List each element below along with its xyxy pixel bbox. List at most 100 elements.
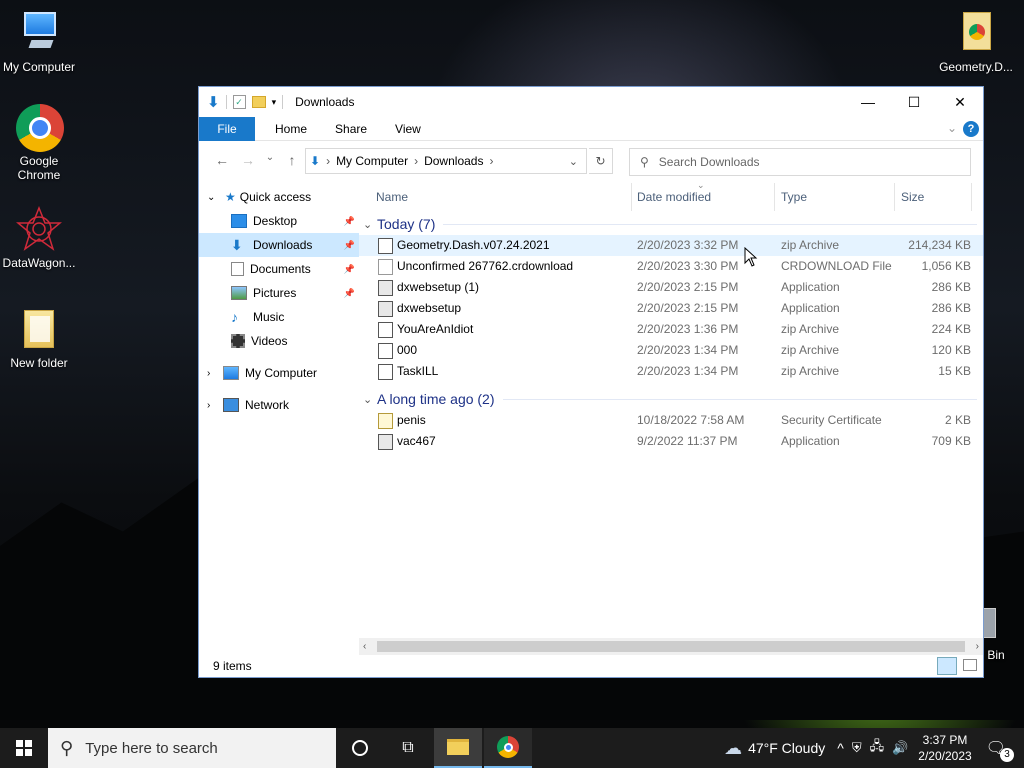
nav-network[interactable]: › Network [199,393,359,417]
customize-toolbar-icon[interactable]: ▾ [272,97,277,108]
scrollbar-thumb[interactable] [377,641,965,652]
network-icon[interactable]: 🖧 [870,737,885,759]
volume-icon[interactable]: 🔊 [892,740,908,756]
up-button[interactable]: ↑ [279,152,305,168]
maximize-button[interactable]: ☐ [891,87,937,117]
nav-item-desktop[interactable]: Desktop 📌 [199,209,359,233]
tab-view[interactable]: View [381,117,435,141]
close-button[interactable]: ✕ [937,87,983,117]
nav-item-music[interactable]: ♪ Music [199,305,359,329]
new-folder-icon[interactable] [251,96,266,108]
file-name: TaskILL [397,364,439,378]
taskbar-search-input[interactable]: Type here to search [85,740,218,757]
group-header[interactable]: ⌄ A long time ago (2) [359,388,983,410]
file-row[interactable]: penis 10/18/2022 7:58 AM Security Certif… [359,410,983,431]
quick-access-toolbar: ⬇ ✓ ▾ [207,93,284,111]
tab-share[interactable]: Share [321,117,381,141]
file-row[interactable]: YouAreAnIdiot 2/20/2023 1:36 PM zip Arch… [359,319,983,340]
expand-ribbon-icon[interactable]: ⌄ [947,121,957,135]
search-box[interactable]: ⚲ Search Downloads [629,148,971,176]
recycle-bin-icon [982,608,1002,644]
file-size: 286 KB [931,301,971,315]
nav-item-downloads[interactable]: ⬇ Downloads 📌 [199,233,359,257]
desktop-icon-my-computer[interactable]: My Computer [0,10,78,74]
nav-item-videos[interactable]: Videos [199,329,359,353]
file-size: 1,056 KB [921,259,971,273]
system-tray: ☁ 47°F Cloudy ^ ⛨ 🖧 🔊 3:37 PM 2/20/2023 … [724,728,1024,768]
zip-archive-icon [378,343,393,359]
breadcrumb-my-computer[interactable]: My Computer [336,154,408,168]
help-icon[interactable]: ? [963,121,979,137]
large-icons-view-icon[interactable] [963,659,977,671]
properties-icon[interactable]: ✓ [232,95,246,109]
column-header-type[interactable]: Type [781,190,807,204]
start-button[interactable] [0,728,48,768]
chrome-file-icon [953,10,999,56]
pin-icon[interactable]: 📌 [344,240,355,251]
column-header-size[interactable]: Size [901,190,924,204]
file-name: penis [397,413,426,427]
file-row[interactable]: Geometry.Dash.v07.24.2021 2/20/2023 3:32… [359,235,983,256]
desktop-icon-new-folder[interactable]: New folder [0,306,78,370]
minimize-button[interactable]: — [845,87,891,117]
address-bar[interactable]: ⬇ › My Computer › Downloads › ⌄ [305,148,587,174]
computer-icon [223,366,239,380]
pin-icon[interactable]: 📌 [344,288,355,299]
file-size: 15 KB [938,364,971,378]
scroll-left-icon[interactable]: ‹ [363,641,366,652]
forward-button[interactable]: → [235,152,261,168]
mouse-cursor-icon [744,247,758,267]
file-name: vac467 [397,434,436,448]
back-button[interactable]: ← [209,152,235,168]
expand-chevron-icon[interactable]: › [207,368,221,379]
tab-file[interactable]: File [199,116,255,141]
file-row[interactable]: Unconfirmed 267762.crdownload 2/20/2023 … [359,256,983,277]
nav-item-documents[interactable]: Documents 📌 [199,257,359,281]
weather-text[interactable]: 47°F Cloudy [748,740,825,756]
zip-archive-icon [378,322,393,338]
taskbar-chrome[interactable] [484,728,532,768]
title-bar[interactable]: ⬇ ✓ ▾ Downloads — ☐ ✕ [199,87,983,117]
action-center-icon[interactable]: 🗨 3 [986,738,1014,762]
refresh-button[interactable]: ↻ [589,148,613,174]
file-row[interactable]: dxwebsetup (1) 2/20/2023 2:15 PM Applica… [359,277,983,298]
details-view-icon[interactable] [937,657,957,675]
taskbar-search-box[interactable]: ⚲ Type here to search [48,728,336,768]
horizontal-scrollbar[interactable]: ‹ › [359,638,983,655]
pin-icon[interactable]: 📌 [344,216,355,227]
scroll-right-icon[interactable]: › [976,641,979,652]
file-row[interactable]: vac467 9/2/2022 11:37 PM Application 709… [359,431,983,452]
desktop-icon-geometry-dash[interactable]: Geometry.D... [936,10,1016,74]
show-hidden-icons-icon[interactable]: ^ [837,740,844,756]
application-icon [378,280,393,296]
cortana-button[interactable] [336,728,384,768]
group-header[interactable]: ⌄ Today (7) [359,213,983,235]
file-row[interactable]: 000 2/20/2023 1:34 PM zip Archive 120 KB [359,340,983,361]
search-input[interactable]: Search Downloads [659,155,760,169]
nav-my-computer[interactable]: › My Computer [199,361,359,385]
file-size: 286 KB [931,280,971,294]
expand-chevron-icon[interactable]: ⌄ [207,192,221,203]
task-view-button[interactable]: ⧉ [384,728,432,768]
pin-icon[interactable]: 📌 [344,264,355,275]
column-header-date[interactable]: Date modified [637,190,711,204]
tab-home[interactable]: Home [261,117,321,141]
column-header-name[interactable]: Name [376,190,408,204]
nav-item-pictures[interactable]: Pictures 📌 [199,281,359,305]
collapse-chevron-icon[interactable]: ⌄ [363,218,377,231]
address-dropdown-icon[interactable]: ⌄ [569,155,578,168]
weather-icon[interactable]: ☁ [724,738,742,759]
security-icon[interactable]: ⛨ [852,740,862,756]
clock[interactable]: 3:37 PM 2/20/2023 [918,732,971,764]
desktop-icon-google-chrome[interactable]: Google Chrome [0,104,78,182]
desktop-icon-datawagon[interactable]: DataWagon... [0,205,78,270]
recent-locations-button[interactable]: ⌄ [261,152,279,168]
expand-chevron-icon[interactable]: › [207,400,221,411]
nav-quick-access[interactable]: ⌄ ★ Quick access [199,185,359,209]
file-row[interactable]: dxwebsetup 2/20/2023 2:15 PM Application… [359,298,983,319]
file-row[interactable]: TaskILL 2/20/2023 1:34 PM zip Archive 15… [359,361,983,382]
certificate-icon [378,413,393,429]
taskbar-file-explorer[interactable] [434,728,482,768]
collapse-chevron-icon[interactable]: ⌄ [363,393,377,406]
breadcrumb-downloads[interactable]: Downloads [424,154,483,168]
